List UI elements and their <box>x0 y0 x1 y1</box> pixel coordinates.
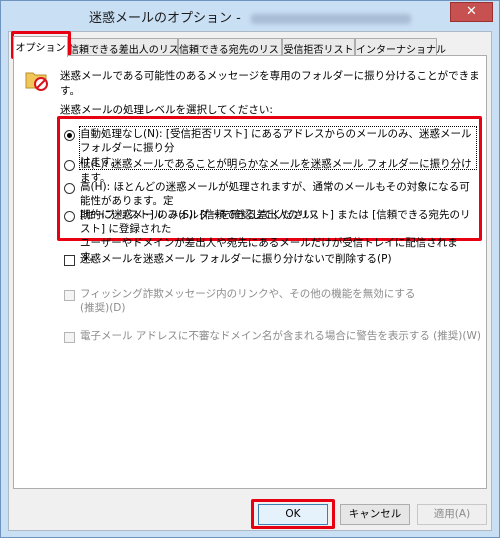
phishing-label: フィッシング詐欺メッセージ内のリンクや、その他の機能を無効にする (推奨)(D) <box>80 287 415 315</box>
radio-high[interactable] <box>64 183 75 194</box>
phishing-line2: (推奨)(D) <box>80 302 126 314</box>
level-safe-lists-only-line1: [セーフ リスト] のみ(S): [信頼できる差出人のリスト] または [信頼で… <box>80 209 471 235</box>
dialog-client-area: オプション 信頼できる差出人のリスト 信頼できる宛先のリスト 受信拒否リスト イ… <box>8 31 492 531</box>
radio-no-automatic[interactable] <box>64 130 75 141</box>
window-title-text: 迷惑メールのオプション - <box>89 11 245 26</box>
tab-safe-senders[interactable]: 信頼できる差出人のリスト <box>68 38 189 56</box>
phishing-checkbox <box>64 290 75 301</box>
tab-blocked-senders[interactable]: 受信拒否リスト <box>282 38 355 56</box>
apply-button[interactable]: 適用(A) <box>417 504 487 525</box>
radio-low[interactable] <box>64 160 75 171</box>
tab-safe-recipients[interactable]: 信頼できる宛先のリスト <box>178 38 289 56</box>
intro-text: 迷惑メールである可能性のあるメッセージを専用のフォルダーに振り分けることができま… <box>60 70 480 97</box>
ok-button[interactable]: OK <box>258 504 328 525</box>
junk-mail-folder-icon <box>25 72 48 91</box>
blurred-email-address <box>250 13 411 24</box>
title-bar[interactable]: 迷惑メールのオプション - ✕ <box>1 1 499 31</box>
cancel-button[interactable]: キャンセル <box>340 504 410 525</box>
phishing-line1: フィッシング詐欺メッセージ内のリンクや、その他の機能を無効にする <box>80 288 416 300</box>
level-no-automatic-line1: 自動処理なし(N): [受信拒否リスト] にあるアドレスからのメールのみ、迷惑メ… <box>80 128 472 154</box>
domain-warning-checkbox <box>64 332 75 343</box>
tab-options[interactable]: オプション <box>13 36 68 57</box>
level-label: 迷惑メールの処理レベルを選択してください: <box>60 104 273 116</box>
window-title: 迷惑メールのオプション - <box>1 7 499 26</box>
close-button[interactable]: ✕ <box>450 2 493 22</box>
options-panel: 迷惑メールである可能性のあるメッセージを専用のフォルダーに振り分けることができま… <box>13 55 487 489</box>
radio-safe-lists-only[interactable] <box>64 211 75 222</box>
delete-junk-checkbox[interactable] <box>64 255 75 266</box>
level-high-line1: 高(H): ほとんどの迷惑メールが処理されますが、通常のメールもその対象になる可… <box>80 181 470 207</box>
delete-junk-label: 迷惑メールを迷惑メール フォルダーに振り分けないで削除する(P) <box>80 253 392 265</box>
junk-mail-options-window: 迷惑メールのオプション - ✕ オプション 信頼できる差出人のリスト 信頼できる… <box>0 0 500 538</box>
tab-international[interactable]: インターナショナル <box>355 38 446 56</box>
domain-warning-label: 電子メール アドレスに不審なドメイン名が含まれる場合に警告を表示する (推奨)(… <box>80 330 481 342</box>
